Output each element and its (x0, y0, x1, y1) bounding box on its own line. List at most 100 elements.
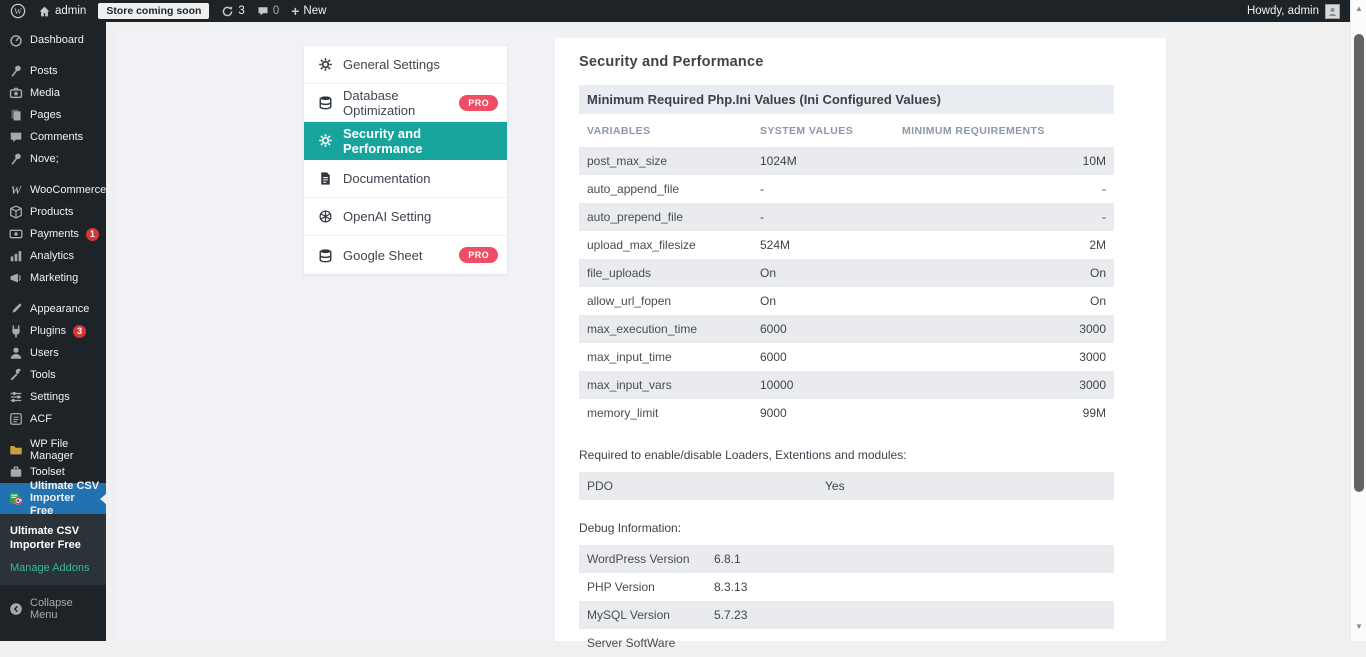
howdy-user[interactable]: Howdy, admin (1247, 5, 1319, 17)
gear-icon (318, 133, 333, 148)
new-label: New (303, 5, 326, 17)
table-row: Server SoftWare (579, 629, 1114, 657)
brush-icon (9, 302, 23, 316)
table-row: memory_limit900099M (579, 399, 1114, 427)
sidebar-item-ultimate-csv-importer[interactable]: Ultimate CSV Importer Free (0, 483, 106, 514)
payments-count-badge: 1 (86, 228, 99, 241)
sidebar-item-appearance[interactable]: Appearance (0, 298, 106, 320)
sidebar-item-payments[interactable]: Payments1 (0, 223, 106, 245)
scroll-up-arrow[interactable]: ▲ (1351, 2, 1366, 16)
settings-content-card: Security and Performance Minimum Require… (555, 38, 1166, 641)
sidebar-item-nove[interactable]: Nove; (0, 148, 106, 170)
site-name: admin (55, 5, 86, 17)
table-row: PHP Version8.3.13 (579, 573, 1114, 601)
table-row: MySQL Version5.7.23 (579, 601, 1114, 629)
sidebar-item-wp-file-manager[interactable]: WP File Manager (0, 439, 106, 461)
csv-importer-logo-icon (9, 492, 23, 506)
sidebar-item-dashboard[interactable]: Dashboard (0, 29, 106, 51)
column-variables: VARIABLES (587, 125, 760, 137)
tab-documentation[interactable]: Documentation (304, 160, 507, 198)
updates-count: 3 (238, 5, 244, 17)
comments-menu[interactable]: 0 (257, 5, 279, 17)
acf-icon (9, 412, 23, 426)
admin-content-area: Security and Performance Minimum Require… (106, 22, 1350, 641)
settings-nav-panel: General Settings Database Optimization P… (303, 45, 508, 275)
loaders-section-label: Required to enable/disable Loaders, Exte… (579, 448, 1114, 462)
updates-icon (221, 5, 234, 18)
updates-menu[interactable]: 3 (221, 5, 244, 18)
debug-table: WordPress Version6.8.1 PHP Version8.3.13… (579, 545, 1114, 657)
php-ini-table-header: Minimum Required Php.Ini Values (Ini Con… (579, 85, 1114, 114)
sidebar-item-settings[interactable]: Settings (0, 386, 106, 408)
wrench-icon (9, 368, 23, 382)
avatar[interactable] (1325, 4, 1340, 19)
page-title: Security and Performance (579, 54, 1166, 70)
table-row: max_input_time60003000 (579, 343, 1114, 371)
tab-database-optimization[interactable]: Database Optimization PRO (304, 84, 507, 122)
loaders-table: PDO Yes (579, 472, 1114, 500)
sidebar-separator (0, 170, 106, 179)
scroll-down-arrow[interactable]: ▼ (1351, 620, 1366, 634)
sidebar-item-acf[interactable]: ACF (0, 408, 106, 430)
csv-importer-submenu: Ultimate CSV Importer Free Manage Addons (0, 514, 106, 585)
collapse-menu-button[interactable]: Collapse Menu (0, 598, 106, 620)
gear-icon (318, 57, 333, 72)
sidebar-item-pages[interactable]: Pages (0, 104, 106, 126)
table-row: PDO Yes (579, 472, 1114, 500)
table-row: WordPress Version6.8.1 (579, 545, 1114, 573)
submenu-item-manage-addons[interactable]: Manage Addons (0, 556, 106, 576)
security-performance-panel: Security and Performance Minimum Require… (555, 38, 1166, 657)
vertical-scrollbar[interactable]: ▲ ▼ (1350, 0, 1366, 641)
table-row: upload_max_filesize524M2M (579, 231, 1114, 259)
payments-icon (9, 227, 23, 241)
sheet-database-icon (318, 248, 333, 263)
table-row: file_uploadsOnOn (579, 259, 1114, 287)
woocommerce-icon: W (9, 183, 23, 197)
sidebar-separator (0, 51, 106, 60)
sidebar-item-plugins[interactable]: Plugins3 (0, 320, 106, 342)
table-row: allow_url_fopenOnOn (579, 287, 1114, 315)
plugin-container: Security and Performance Minimum Require… (117, 30, 1166, 641)
pro-badge: PRO (459, 247, 498, 263)
site-menu[interactable]: admin (38, 5, 86, 18)
document-icon (318, 171, 333, 186)
table-row: max_execution_time60003000 (579, 315, 1114, 343)
admin-top-bar: admin Store coming soon 3 0 + New Howdy,… (0, 0, 1350, 22)
sidebar-item-comments[interactable]: Comments (0, 126, 106, 148)
sidebar-item-posts[interactable]: Posts (0, 60, 106, 82)
tab-openai-setting[interactable]: OpenAI Setting (304, 198, 507, 236)
wordpress-logo-icon[interactable] (10, 3, 26, 19)
collapse-arrow-icon (9, 602, 23, 616)
megaphone-icon (9, 271, 23, 285)
sliders-icon (9, 390, 23, 404)
submenu-item-csv-importer-free[interactable]: Ultimate CSV Importer Free (0, 521, 106, 556)
debug-section-label: Debug Information: (579, 521, 1114, 535)
comment-bubble-icon (9, 130, 23, 144)
sidebar-separator (0, 289, 106, 298)
user-avatar-icon (1326, 5, 1339, 18)
admin-sidebar: Dashboard Posts Media Pages Comments Nov… (0, 22, 106, 641)
tab-google-sheet[interactable]: Google Sheet PRO (304, 236, 507, 274)
sidebar-item-media[interactable]: Media (0, 82, 106, 104)
folder-icon (9, 443, 23, 457)
database-icon (318, 95, 333, 110)
sidebar-item-analytics[interactable]: Analytics (0, 245, 106, 267)
home-icon (38, 5, 51, 18)
pro-badge: PRO (459, 95, 498, 111)
scrollbar-thumb[interactable] (1354, 34, 1364, 492)
pages-icon (9, 108, 23, 122)
sidebar-item-marketing[interactable]: Marketing (0, 267, 106, 289)
tab-general-settings[interactable]: General Settings (304, 46, 507, 84)
sidebar-item-tools[interactable]: Tools (0, 364, 106, 386)
toolset-case-icon (9, 465, 23, 479)
new-content-menu[interactable]: + New (291, 3, 326, 19)
pin-icon (9, 64, 23, 78)
sidebar-item-products[interactable]: Products (0, 201, 106, 223)
store-coming-soon-badge[interactable]: Store coming soon (98, 3, 209, 19)
tab-security-and-performance[interactable]: Security and Performance (304, 122, 507, 160)
sidebar-item-users[interactable]: Users (0, 342, 106, 364)
sidebar-item-woocommerce[interactable]: WWooCommerce (0, 179, 106, 201)
dashboard-icon (9, 33, 23, 47)
column-system-values: SYSTEM VALUES (760, 125, 902, 137)
openai-icon (318, 209, 333, 224)
